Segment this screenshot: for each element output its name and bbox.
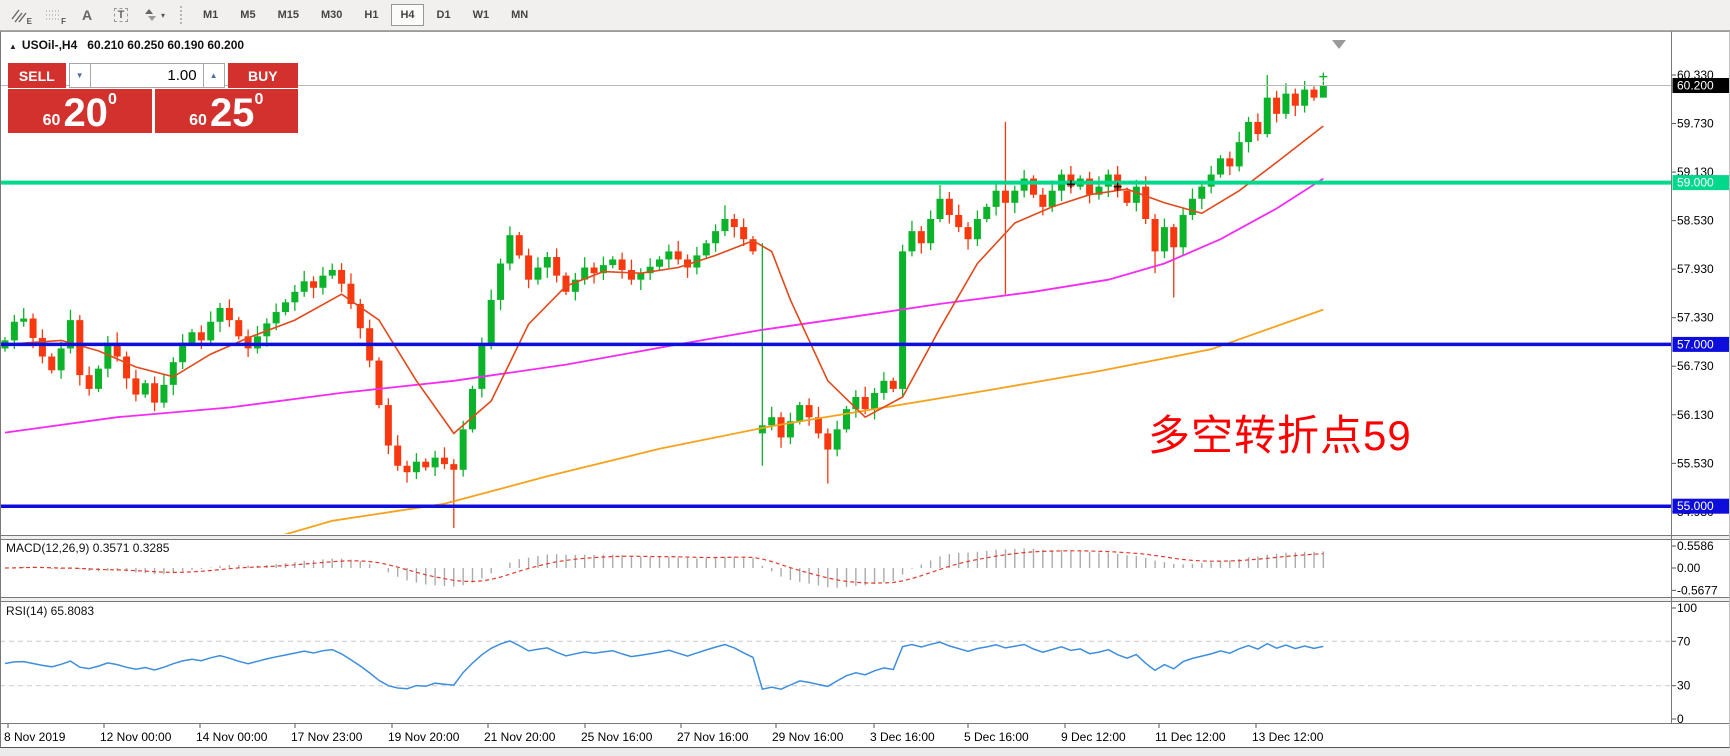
symbol-header: ▲ USOil-,H4 60.210 60.250 60.190 60.200 (9, 38, 244, 52)
svg-text:57.930: 57.930 (1677, 262, 1714, 276)
svg-text:70: 70 (1677, 634, 1691, 648)
buy-price-handle: 60 (189, 112, 207, 130)
symbol-timeframe-label: USOil-,H4 (22, 38, 77, 52)
svg-text:100: 100 (1677, 601, 1697, 615)
volume-decrease-button[interactable]: ▼ (69, 63, 91, 88)
buy-price-pips: 25 (210, 97, 255, 130)
svg-text:55.000: 55.000 (1677, 499, 1714, 513)
svg-text:59.000: 59.000 (1677, 176, 1714, 190)
svg-text:57.000: 57.000 (1677, 337, 1714, 351)
hatch-lines-icon[interactable]: E (4, 3, 34, 27)
timeframe-m30[interactable]: M30 (312, 4, 351, 26)
svg-text:13 Dec 12:00: 13 Dec 12:00 (1252, 730, 1324, 744)
text-box-icon[interactable]: T (106, 3, 136, 27)
svg-text:-0.5677: -0.5677 (1677, 583, 1718, 597)
sell-price-handle: 60 (43, 112, 61, 130)
svg-text:29 Nov 16:00: 29 Nov 16:00 (772, 730, 844, 744)
volume-spinner: ▼ ▲ (69, 63, 225, 88)
sell-button[interactable]: SELL (8, 63, 66, 88)
collapse-arrow-icon[interactable]: ▲ (9, 42, 17, 51)
svg-text:19 Nov 20:00: 19 Nov 20:00 (388, 730, 460, 744)
svg-text:11 Dec 12:00: 11 Dec 12:00 (1155, 730, 1226, 744)
svg-text:3 Dec 16:00: 3 Dec 16:00 (870, 730, 935, 744)
volume-input[interactable] (91, 63, 203, 88)
timeframe-mn[interactable]: MN (502, 4, 537, 26)
timeframe-m15[interactable]: M15 (269, 4, 308, 26)
timeframe-w1[interactable]: W1 (464, 4, 499, 26)
sell-price-panel[interactable]: 60200 (8, 89, 152, 133)
text-label-icon[interactable]: A (72, 3, 102, 27)
svg-text:8 Nov 2019: 8 Nov 2019 (4, 730, 66, 744)
svg-text:25 Nov 16:00: 25 Nov 16:00 (581, 730, 653, 744)
sell-price-pips: 20 (63, 97, 108, 130)
arrow-objects-icon[interactable]: ▾ (140, 3, 170, 27)
svg-text:12 Nov 00:00: 12 Nov 00:00 (100, 730, 172, 744)
buy-button[interactable]: BUY (228, 63, 298, 88)
chart-annotation-text[interactable]: 多空转折点59 (1148, 402, 1412, 463)
svg-text:21 Nov 20:00: 21 Nov 20:00 (484, 730, 556, 744)
svg-text:58.530: 58.530 (1677, 214, 1714, 228)
buy-price-panel[interactable]: 60250 (155, 89, 299, 133)
toolbar-tools: EFAT▾ (0, 3, 170, 27)
svg-text:17 Nov 23:00: 17 Nov 23:00 (291, 730, 363, 744)
sell-price-point: 0 (108, 91, 117, 109)
svg-text:56.730: 56.730 (1677, 359, 1714, 373)
svg-text:30: 30 (1677, 679, 1691, 693)
timeframe-m5[interactable]: M5 (231, 4, 264, 26)
timeframe-h4[interactable]: H4 (391, 4, 423, 26)
svg-text:56.130: 56.130 (1677, 408, 1714, 422)
svg-text:0.00: 0.00 (1677, 561, 1701, 575)
svg-text:0.5586: 0.5586 (1677, 539, 1714, 553)
svg-text:60.200: 60.200 (1677, 79, 1714, 93)
one-click-trading-widget: SELL ▼ ▲ BUY 60200 60250 (8, 63, 298, 133)
toolbar-separator (180, 6, 186, 24)
buy-price-point: 0 (254, 91, 263, 109)
svg-text:5 Dec 16:00: 5 Dec 16:00 (964, 730, 1029, 744)
toolbar: EFAT▾ M1M5M15M30H1H4D1W1MN (0, 0, 1730, 31)
timeframe-h1[interactable]: H1 (355, 4, 387, 26)
timeframe-buttons: M1M5M15M30H1H4D1W1MN (194, 4, 541, 26)
rsi-indicator-label: RSI(14) 65.8083 (6, 604, 94, 618)
svg-text:27 Nov 16:00: 27 Nov 16:00 (677, 730, 749, 744)
svg-text:14 Nov 00:00: 14 Nov 00:00 (196, 730, 268, 744)
svg-text:59.730: 59.730 (1677, 117, 1714, 131)
volume-increase-button[interactable]: ▲ (203, 63, 225, 88)
svg-text:9 Dec 12:00: 9 Dec 12:00 (1061, 730, 1126, 744)
svg-text:55.530: 55.530 (1677, 456, 1714, 470)
svg-text:57.330: 57.330 (1677, 311, 1714, 325)
grid-icon[interactable]: F (38, 3, 68, 27)
timeframe-d1[interactable]: D1 (428, 4, 460, 26)
timeframe-m1[interactable]: M1 (194, 4, 227, 26)
ohlc-values: 60.210 60.250 60.190 60.200 (87, 38, 244, 52)
macd-indicator-label: MACD(12,26,9) 0.3571 0.3285 (6, 541, 169, 555)
